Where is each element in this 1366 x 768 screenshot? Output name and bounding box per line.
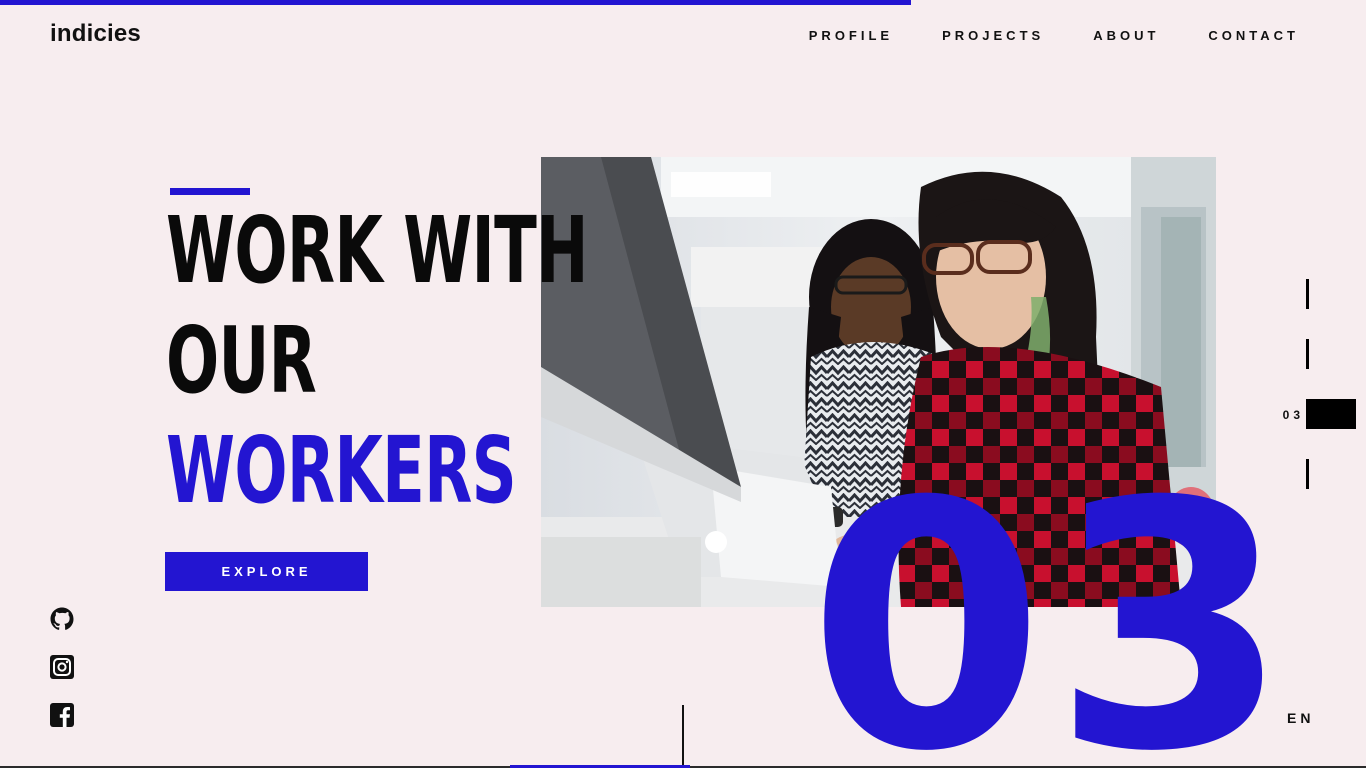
pager-current-label: 03 <box>1282 408 1304 422</box>
facebook-icon[interactable] <box>50 703 74 727</box>
headline-line-1: WORK WITH <box>166 197 588 304</box>
headline-line-3: WORKERS <box>166 417 517 524</box>
instagram-icon[interactable] <box>50 655 74 679</box>
pager-tick-1[interactable] <box>1306 279 1309 309</box>
explore-button[interactable]: EXPLORE <box>165 552 368 591</box>
social-links <box>50 607 74 727</box>
logo[interactable]: indicies <box>50 20 141 48</box>
top-progress-bar <box>0 0 911 5</box>
nav-item-profile[interactable]: PROFILE <box>809 28 893 43</box>
nav-item-about[interactable]: ABOUT <box>1093 28 1159 43</box>
page: indicies PROFILE PROJECTS ABOUT CONTACT <box>0 0 1366 768</box>
slide-pager <box>1306 279 1366 491</box>
headline-line-2: OUR <box>166 307 317 414</box>
pager-tick-4[interactable] <box>1306 459 1309 489</box>
pager-active-indicator[interactable] <box>1306 399 1356 429</box>
scroll-indicator-line <box>682 705 684 768</box>
main-nav: PROFILE PROJECTS ABOUT CONTACT <box>809 28 1299 43</box>
slide-number-large: 03 <box>808 430 1298 768</box>
github-icon[interactable] <box>50 607 74 631</box>
pager-tick-2[interactable] <box>1306 339 1309 369</box>
hero-headline: WORK WITH OUR WORKERS <box>166 196 588 526</box>
nav-item-contact[interactable]: CONTACT <box>1208 28 1299 43</box>
nav-item-projects[interactable]: PROJECTS <box>942 28 1044 43</box>
headline-accent-bar <box>170 188 250 195</box>
